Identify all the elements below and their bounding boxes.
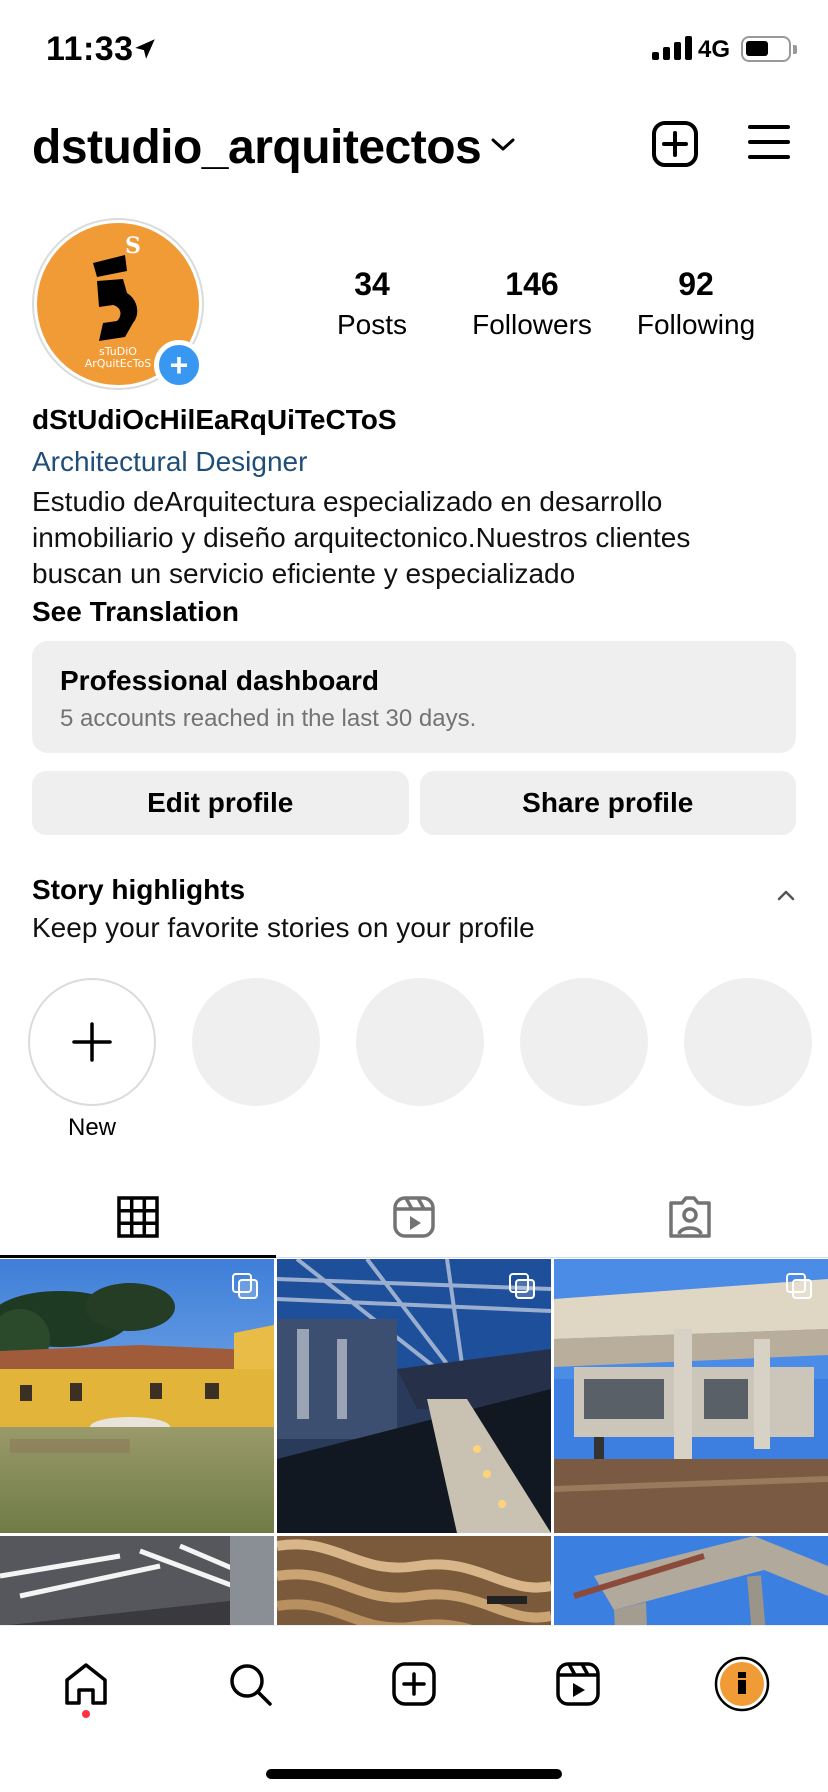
stat-posts[interactable]: 34 Posts: [300, 266, 444, 341]
create-post-icon: [392, 1662, 436, 1706]
menu-icon[interactable]: [748, 124, 790, 160]
new-highlight-button[interactable]: [28, 978, 156, 1106]
status-time: 11:33: [46, 30, 134, 68]
dashboard-subtitle: 5 accounts reached in the last 30 days.: [60, 705, 477, 732]
dashboard-title: Professional dashboard: [60, 665, 379, 696]
profile-actions: Edit profile Share profile: [32, 771, 796, 835]
post-thumbnail[interactable]: [554, 1259, 828, 1533]
posts-grid: [0, 1259, 828, 1625]
network-type: 4G: [698, 36, 731, 63]
search-icon: [230, 1664, 272, 1706]
username-title[interactable]: dstudio_arquitectos: [32, 120, 482, 175]
stat-value: 146: [505, 266, 559, 302]
nav-reels[interactable]: [548, 1654, 608, 1714]
post-thumbnail[interactable]: [0, 1259, 274, 1533]
nav-home[interactable]: [56, 1654, 116, 1714]
battery-icon: [741, 36, 797, 62]
highlights-row: New: [0, 978, 828, 1141]
notification-dot: [82, 1710, 90, 1718]
profile-header: dstudio_arquitectos: [0, 110, 828, 190]
nav-profile[interactable]: [712, 1654, 772, 1714]
profile-avatar[interactable]: S sTuDiO ArQuitEcToS +: [32, 218, 204, 390]
stat-value: 34: [354, 266, 390, 302]
home-icon: [65, 1663, 107, 1705]
new-highlight-label: New: [67, 1114, 116, 1141]
professional-dashboard[interactable]: Professional dashboard 5 accounts reache…: [32, 641, 796, 753]
stat-following[interactable]: 92 Following: [624, 266, 768, 341]
display-name: dStUdiOcHilEaRqUiTeCToS: [32, 404, 397, 435]
profile-avatar-icon: [714, 1656, 770, 1712]
bio-text: Estudio deArquitectura especializado en …: [32, 484, 802, 592]
see-translation-link[interactable]: See Translation: [32, 596, 802, 628]
location-arrow-icon: [135, 39, 155, 59]
add-story-badge[interactable]: +: [154, 340, 204, 390]
post-thumbnail[interactable]: [554, 1536, 828, 1625]
stat-label: Posts: [336, 309, 408, 340]
svg-text:ArQuitEcToS: ArQuitEcToS: [85, 357, 152, 370]
highlights-subtitle: Keep your favorite stories on your profi…: [32, 912, 535, 943]
multiple-photos-icon: [786, 1273, 814, 1301]
post-thumbnail[interactable]: [277, 1536, 551, 1625]
tagged-icon: [669, 1195, 711, 1238]
chevron-up-icon[interactable]: [776, 888, 796, 902]
share-profile-button[interactable]: Share profile: [419, 771, 796, 835]
category-label: Architectural Designer: [32, 446, 308, 477]
multiple-photos-icon: [509, 1273, 537, 1301]
plus-icon: [72, 1022, 112, 1062]
chevron-down-icon[interactable]: [490, 136, 516, 154]
highlight-placeholder: [356, 978, 484, 1106]
reels-icon: [393, 1195, 435, 1238]
stat-label: Following: [636, 309, 756, 340]
bio-line: inmobiliario y diseño arquitectonico.Nue…: [32, 522, 691, 553]
reels-icon: [556, 1662, 600, 1706]
highlight-placeholder: [192, 978, 320, 1106]
post-thumbnail[interactable]: [277, 1259, 551, 1533]
bio-line: buscan un servicio eficiente y especiali…: [32, 558, 576, 589]
status-bar: 11:33 4G: [0, 0, 828, 100]
profile-tabs: [0, 1176, 828, 1258]
bottom-navigation: [0, 1625, 828, 1792]
bio-line: Estudio deArquitectura especializado en …: [32, 486, 663, 517]
stat-label: Followers: [472, 309, 592, 340]
tab-reels[interactable]: [276, 1176, 552, 1257]
highlight-placeholder: [684, 978, 812, 1106]
multiple-photos-icon: [232, 1273, 260, 1301]
grid-icon: [117, 1195, 159, 1238]
stat-value: 92: [678, 266, 714, 302]
nav-search[interactable]: [220, 1654, 280, 1714]
highlight-placeholder: [520, 978, 648, 1106]
create-post-icon[interactable]: [651, 120, 699, 168]
nav-create[interactable]: [384, 1654, 444, 1714]
svg-text:S: S: [125, 233, 141, 259]
signal-icon: [652, 36, 692, 60]
home-indicator: [266, 1769, 562, 1779]
profile-bio: dStUdiOcHilEaRqUiTeCToS Architectural De…: [32, 404, 802, 628]
post-thumbnail[interactable]: [0, 1536, 274, 1625]
tab-tagged[interactable]: [552, 1176, 828, 1257]
highlights-title: Story highlights: [32, 874, 246, 905]
stat-followers[interactable]: 146 Followers: [452, 266, 612, 341]
tab-posts-grid[interactable]: [0, 1176, 276, 1258]
edit-profile-button[interactable]: Edit profile: [32, 771, 409, 835]
